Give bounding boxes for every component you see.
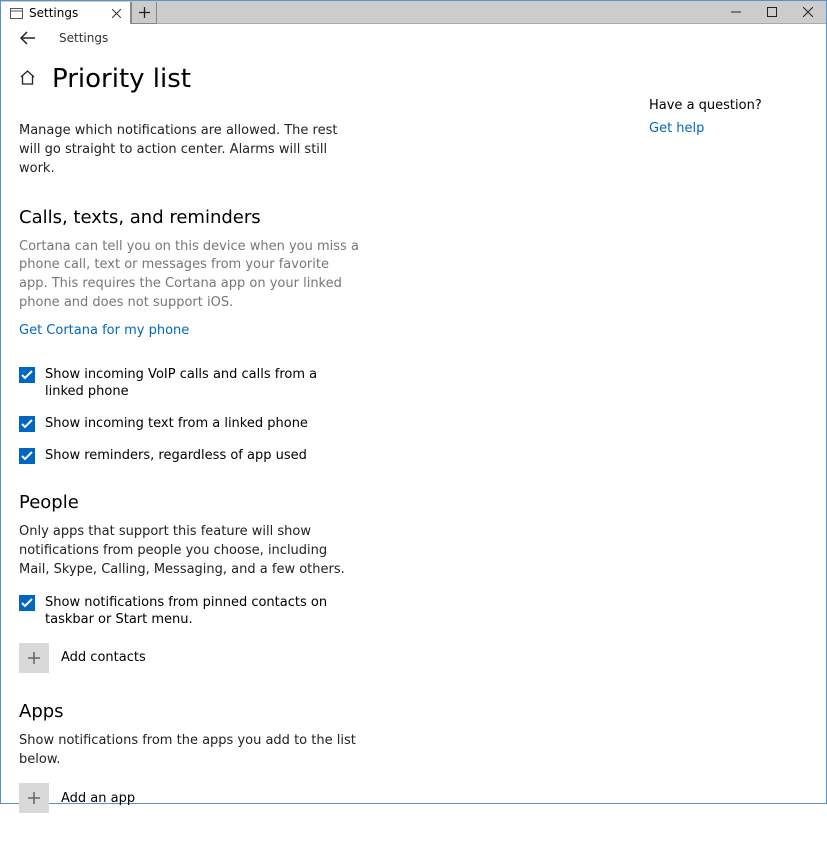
page-title: Priority list [52, 64, 191, 94]
option-text-label: Show incoming text from a linked phone [45, 415, 308, 433]
option-reminders[interactable]: Show reminders, regardless of app used [19, 447, 359, 465]
option-text[interactable]: Show incoming text from a linked phone [19, 415, 359, 433]
get-cortana-link[interactable]: Get Cortana for my phone [19, 323, 189, 338]
add-app-button[interactable] [19, 783, 49, 813]
window-controls [718, 1, 826, 23]
section-apps-desc: Show notifications from the apps you add… [19, 732, 359, 770]
window-titlebar: Settings [1, 1, 826, 24]
intro-text: Manage which notifications are allowed. … [19, 122, 359, 179]
checkbox-checked-icon [19, 367, 35, 383]
new-tab-button[interactable] [131, 2, 157, 24]
section-people-heading: People [19, 492, 359, 513]
section-apps-heading: Apps [19, 701, 359, 722]
back-button[interactable] [19, 29, 37, 47]
side-column: Have a question? Get help [649, 64, 808, 841]
add-contacts-button[interactable] [19, 643, 49, 673]
intro-section: Manage which notifications are allowed. … [19, 122, 359, 179]
checkbox-checked-icon [19, 448, 35, 464]
tab-close-button[interactable] [108, 5, 124, 21]
option-voip[interactable]: Show incoming VoIP calls and calls from … [19, 366, 359, 401]
option-pinned-contacts[interactable]: Show notifications from pinned contacts … [19, 594, 359, 629]
section-apps: Apps Show notifications from the apps yo… [19, 701, 359, 814]
option-reminders-label: Show reminders, regardless of app used [45, 447, 307, 465]
help-question: Have a question? [649, 98, 808, 113]
tab-title: Settings [29, 6, 102, 20]
checkbox-checked-icon [19, 595, 35, 611]
window-minimize-button[interactable] [718, 1, 754, 23]
section-people-desc: Only apps that support this feature will… [19, 523, 359, 580]
tab-settings[interactable]: Settings [1, 2, 131, 24]
add-app-row: Add an app [19, 783, 359, 813]
section-calls-desc: Cortana can tell you on this device when… [19, 238, 359, 313]
add-contacts-row: Add contacts [19, 643, 359, 673]
section-people: People Only apps that support this featu… [19, 492, 359, 673]
checkbox-checked-icon [19, 416, 35, 432]
content-area: Priority list Manage which notifications… [1, 52, 826, 859]
titlebar-drag-area [157, 1, 718, 23]
page-header: Priority list [19, 64, 619, 94]
window-close-button[interactable] [790, 1, 826, 23]
option-pinned-contacts-label: Show notifications from pinned contacts … [45, 594, 359, 629]
breadcrumb: Settings [59, 31, 108, 45]
settings-window-icon [9, 6, 23, 20]
main-column: Priority list Manage which notifications… [19, 64, 619, 841]
home-icon[interactable] [19, 69, 36, 90]
add-contacts-label: Add contacts [61, 650, 146, 665]
section-calls: Calls, texts, and reminders Cortana can … [19, 207, 359, 465]
nav-row: Settings [1, 24, 826, 52]
get-help-link[interactable]: Get help [649, 121, 704, 136]
window-maximize-button[interactable] [754, 1, 790, 23]
section-calls-heading: Calls, texts, and reminders [19, 207, 359, 228]
option-voip-label: Show incoming VoIP calls and calls from … [45, 366, 359, 401]
